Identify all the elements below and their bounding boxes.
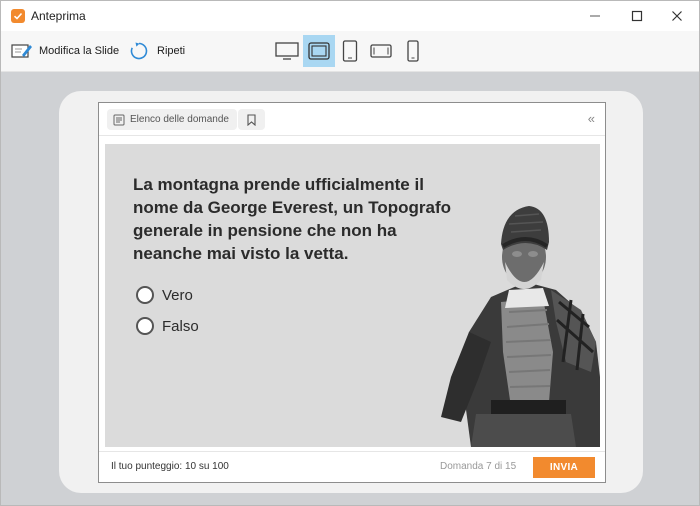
question-slide: La montagna prende ufficialmente il nome… (105, 144, 600, 447)
edit-slide-icon (11, 44, 32, 58)
player-screen: Elenco delle domande « La montagna prend… (98, 102, 606, 483)
preview-window: Anteprima Modifica la Slide Ripeti Elenc… (0, 0, 700, 506)
device-desktop-framed-button[interactable] (303, 35, 335, 67)
close-button[interactable] (657, 1, 697, 31)
tablet-portrait-icon (342, 40, 358, 62)
replay-button[interactable]: Ripeti (129, 31, 185, 71)
desktop-icon (275, 42, 299, 60)
option-false[interactable]: Falso (136, 317, 199, 335)
device-tablet-landscape-button[interactable] (365, 35, 397, 67)
window-title: Anteprima (31, 9, 86, 23)
maximize-button[interactable] (617, 1, 657, 31)
replay-icon (130, 42, 148, 60)
title-bar: Anteprima (1, 1, 699, 31)
edit-slide-button[interactable]: Modifica la Slide (11, 31, 119, 71)
player-bottom-bar: Il tuo punteggio: 10 su 100 Domanda 7 di… (99, 451, 605, 482)
device-phone-portrait-button[interactable] (397, 35, 429, 67)
desktop-framed-icon (308, 42, 330, 60)
device-desktop-button[interactable] (271, 35, 303, 67)
bookmark-button[interactable] (238, 109, 265, 130)
edit-slide-label: Modifica la Slide (39, 45, 120, 57)
question-counter: Domanda 7 di 15 (440, 461, 517, 472)
option-true-label: Vero (162, 286, 193, 304)
minimize-button[interactable] (575, 1, 615, 31)
device-tablet-portrait-button[interactable] (334, 35, 366, 67)
score-text: Il tuo punteggio: 10 su 100 (111, 461, 229, 472)
radio-true[interactable] (136, 286, 154, 304)
collapse-sidebar-button[interactable]: « (588, 111, 595, 126)
option-false-label: Falso (162, 317, 199, 335)
player-top-bar: Elenco delle domande « (99, 103, 605, 136)
bookmark-icon (247, 113, 256, 126)
replay-label: Ripeti (157, 45, 186, 57)
question-list-label: Elenco delle domande (130, 114, 229, 125)
list-icon (113, 114, 125, 125)
submit-button[interactable]: INVIA (533, 457, 595, 478)
option-true[interactable]: Vero (136, 286, 193, 304)
question-text: La montagna prende ufficialmente il nome… (133, 175, 452, 263)
phone-portrait-icon (407, 40, 419, 62)
preview-toolbar: Modifica la Slide Ripeti (1, 31, 699, 72)
question-list-button[interactable]: Elenco delle domande (107, 109, 237, 130)
mountaineer-photo (441, 206, 600, 447)
tablet-landscape-icon (370, 44, 392, 58)
radio-false[interactable] (136, 317, 154, 335)
app-check-icon (11, 9, 25, 23)
